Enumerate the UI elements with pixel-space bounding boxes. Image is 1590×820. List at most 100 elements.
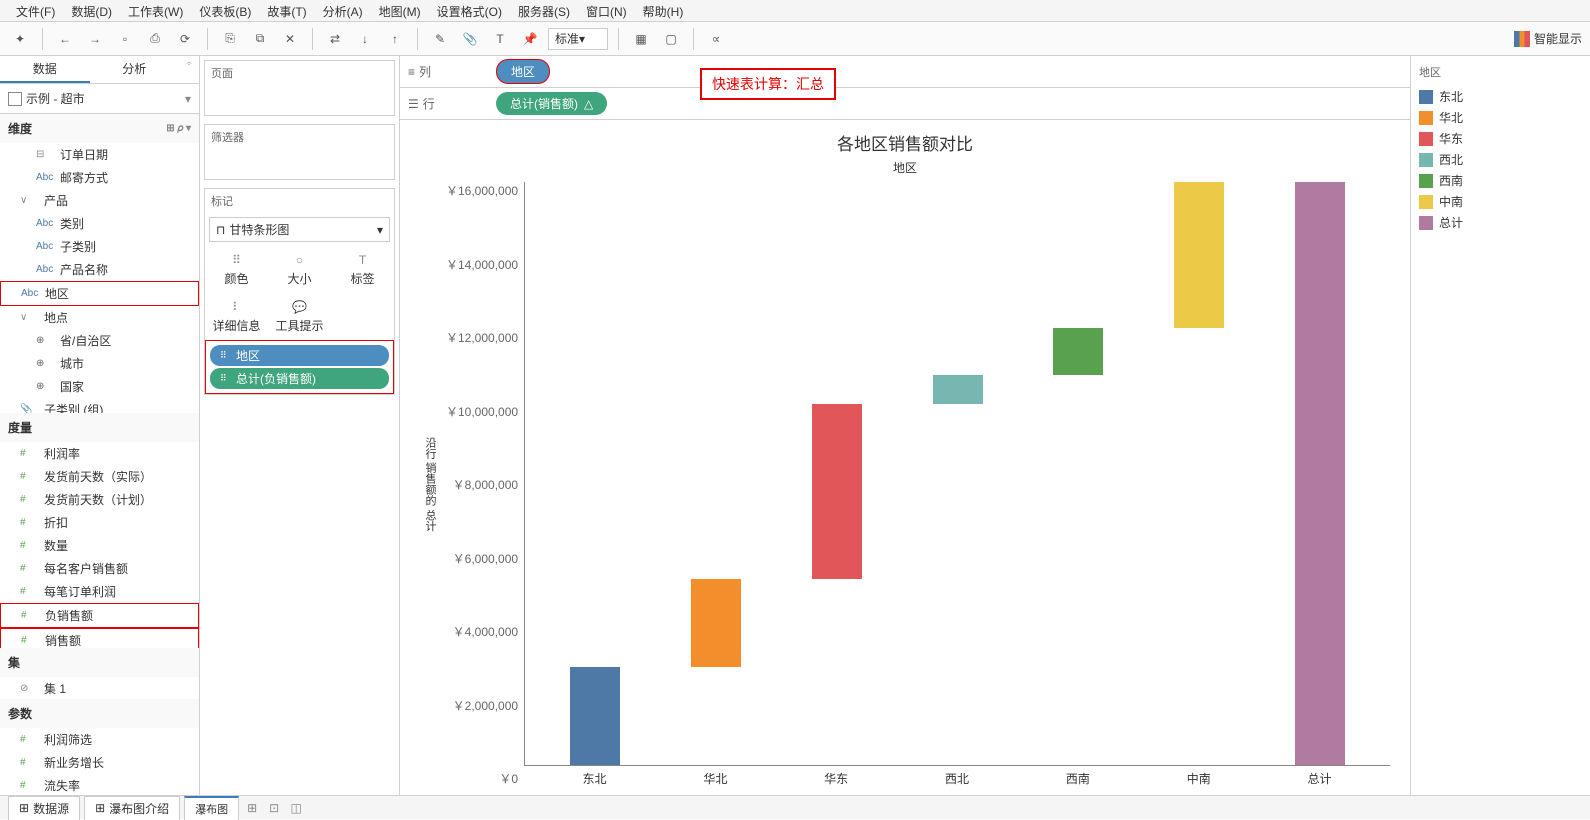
rows-pill[interactable]: 总计(销售额) △ <box>496 92 607 115</box>
new-datasource-icon[interactable]: ⎙ <box>143 27 167 51</box>
pages-card[interactable]: 页面 <box>204 60 395 116</box>
new-sheet-tab-icon[interactable]: ⊞ <box>243 799 261 817</box>
set-field[interactable]: ⊘集 1 <box>0 677 199 699</box>
group-icon[interactable]: 📎 <box>458 27 482 51</box>
measure-field[interactable]: #发货前天数（计划） <box>0 488 199 511</box>
save-icon[interactable]: ▫ <box>113 27 137 51</box>
refresh-icon[interactable]: ⟳ <box>173 27 197 51</box>
legend-item[interactable]: 华东 <box>1419 128 1582 149</box>
measures-list: #利润率#发货前天数（实际）#发货前天数（计划）#折扣#数量#每名客户销售额#每… <box>0 442 199 647</box>
bar[interactable] <box>1050 182 1106 765</box>
measure-field[interactable]: #负销售额 <box>0 603 199 628</box>
legend-item[interactable]: 东北 <box>1419 86 1582 107</box>
menu-item[interactable]: 服务器(S) <box>510 0 578 21</box>
measure-field[interactable]: #发货前天数（实际） <box>0 465 199 488</box>
sheet-tab-1[interactable]: ⊞ 瀑布图介绍 <box>84 796 180 820</box>
clear-icon[interactable]: ✕ <box>278 27 302 51</box>
columns-shelf[interactable]: ≡列 地区 <box>400 56 1410 88</box>
tab-data[interactable]: 数据 <box>0 56 90 83</box>
bar[interactable] <box>930 182 986 765</box>
menu-item[interactable]: 帮助(H) <box>635 0 692 21</box>
bar[interactable] <box>809 182 865 765</box>
dimension-field[interactable]: ⊟订单日期 <box>0 143 199 166</box>
sort-desc-icon[interactable]: ↑ <box>383 27 407 51</box>
measure-field[interactable]: #折扣 <box>0 511 199 534</box>
datasource-tab[interactable]: ⊞ 数据源 <box>8 796 80 820</box>
param-field[interactable]: #新业务增长 <box>0 751 199 774</box>
dimension-field[interactable]: ∨产品 <box>0 189 199 212</box>
mark-cell-工具提示[interactable]: 💬工具提示 <box>268 293 331 340</box>
legend-item[interactable]: 西北 <box>1419 149 1582 170</box>
param-field[interactable]: #利润筛选 <box>0 728 199 751</box>
menu-item[interactable]: 设置格式(O) <box>429 0 510 21</box>
back-icon[interactable]: ← <box>53 27 77 51</box>
tableau-logo-icon[interactable]: ✦ <box>8 27 32 51</box>
number-icon: # <box>20 517 38 528</box>
dimension-field[interactable]: Abc类别 <box>0 212 199 235</box>
menu-item[interactable]: 数据(D) <box>63 0 120 21</box>
share-icon[interactable]: ∝ <box>704 27 728 51</box>
tab-analysis[interactable]: 分析 <box>90 56 180 83</box>
param-field[interactable]: #流失率 <box>0 774 199 795</box>
dimension-field[interactable]: Abc邮寄方式 <box>0 166 199 189</box>
swap-icon[interactable]: ⇄ <box>323 27 347 51</box>
menu-item[interactable]: 仪表板(B) <box>191 0 259 21</box>
mark-cell-标签[interactable]: T标签 <box>331 246 394 293</box>
mark-cell-大小[interactable]: ○大小 <box>268 246 331 293</box>
measure-field[interactable]: #销售额 <box>0 628 199 647</box>
fit-select[interactable]: 标准 ▾ <box>548 28 608 50</box>
legend-item[interactable]: 总计 <box>1419 212 1582 233</box>
rows-shelf[interactable]: ☰行 总计(销售额) △ <box>400 88 1410 120</box>
mark-cell-icon: T <box>353 252 373 268</box>
sheet-tab-2[interactable]: 瀑布图 <box>184 796 239 820</box>
mark-cell-颜色[interactable]: ⠿颜色 <box>205 246 268 293</box>
mark-pill[interactable]: ⠿地区 <box>210 345 389 366</box>
legend-item[interactable]: 中南 <box>1419 191 1582 212</box>
new-sheet-icon[interactable]: ⎘ <box>218 27 242 51</box>
dimension-field[interactable]: Abc产品名称 <box>0 258 199 281</box>
measure-field[interactable]: #每笔订单利润 <box>0 580 199 603</box>
plot-area[interactable] <box>524 182 1390 766</box>
tab-menu-icon[interactable]: ◦ <box>179 56 199 83</box>
new-dashboard-tab-icon[interactable]: ⊡ <box>265 799 283 817</box>
menu-item[interactable]: 分析(A) <box>315 0 371 21</box>
bar[interactable] <box>1292 182 1348 765</box>
dimension-field[interactable]: ⊕城市 <box>0 352 199 375</box>
measure-field[interactable]: #每名客户销售额 <box>0 557 199 580</box>
highlight-icon[interactable]: ✎ <box>428 27 452 51</box>
dimension-field[interactable]: 📎子类别 (组) <box>0 398 199 413</box>
columns-pill[interactable]: 地区 <box>496 59 550 84</box>
measure-field[interactable]: #利润率 <box>0 442 199 465</box>
menu-item[interactable]: 窗口(N) <box>578 0 635 21</box>
forward-icon[interactable]: → <box>83 27 107 51</box>
duplicate-icon[interactable]: ⧉ <box>248 27 272 51</box>
show-cards-icon[interactable]: ▦ <box>629 27 653 51</box>
marks-type-select[interactable]: ⊓ 甘特条形图 ▾ <box>209 217 390 242</box>
dimension-field[interactable]: ⊕国家 <box>0 375 199 398</box>
text-icon[interactable]: T <box>488 27 512 51</box>
menu-item[interactable]: 工作表(W) <box>120 0 191 21</box>
dimension-field[interactable]: Abc子类别 <box>0 235 199 258</box>
chart-container: 各地区销售额对比 地区 沿行 销售额的 总计 ￥16,000,000￥14,00… <box>400 120 1410 795</box>
filters-card[interactable]: 筛选器 <box>204 124 395 180</box>
menu-item[interactable]: 地图(M) <box>371 0 429 21</box>
measure-field[interactable]: #数量 <box>0 534 199 557</box>
new-story-tab-icon[interactable]: ◫ <box>287 799 305 817</box>
dimension-field[interactable]: Abc地区 <box>0 281 199 306</box>
mark-pill[interactable]: ⠿总计(负销售额) <box>210 368 389 389</box>
presentation-icon[interactable]: ▢ <box>659 27 683 51</box>
dimension-field[interactable]: ⊕省/自治区 <box>0 329 199 352</box>
smart-show-button[interactable]: 智能显示 <box>1514 30 1582 47</box>
bar[interactable] <box>567 182 623 765</box>
mark-cell-详细信息[interactable]: ⠇详细信息 <box>205 293 268 340</box>
bar[interactable] <box>688 182 744 765</box>
menu-item[interactable]: 文件(F) <box>8 0 63 21</box>
pin-icon[interactable]: 📌 <box>518 27 542 51</box>
datasource-selector[interactable]: 示例 - 超市 ▾ <box>0 84 199 114</box>
legend-item[interactable]: 西南 <box>1419 170 1582 191</box>
sort-asc-icon[interactable]: ↓ <box>353 27 377 51</box>
legend-item[interactable]: 华北 <box>1419 107 1582 128</box>
bar[interactable] <box>1171 182 1227 765</box>
dimension-field[interactable]: ∨地点 <box>0 306 199 329</box>
menu-item[interactable]: 故事(T) <box>259 0 314 21</box>
